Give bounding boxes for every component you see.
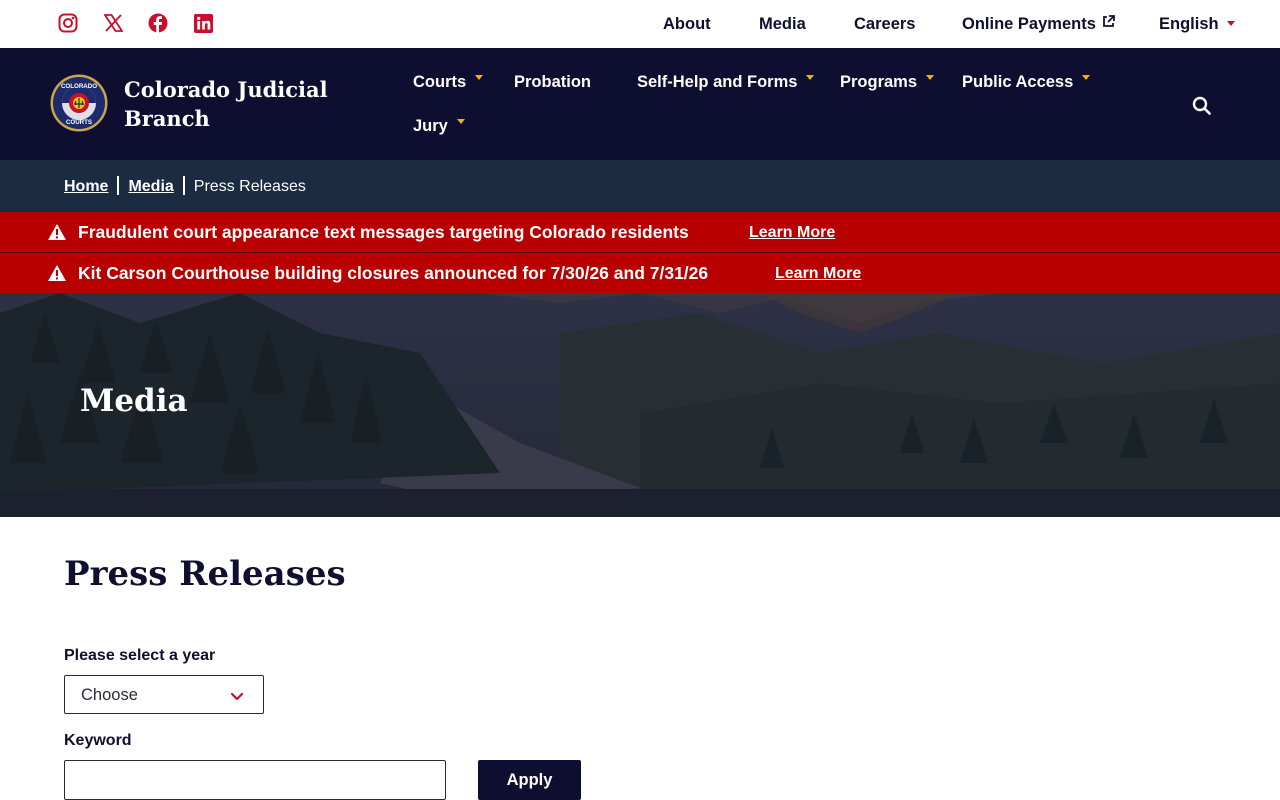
seal-text-bottom: COURTS bbox=[66, 119, 92, 126]
caret-down-icon bbox=[475, 75, 484, 81]
alert-message: Kit Carson Courthouse building closures … bbox=[78, 263, 709, 283]
online-payments-link[interactable]: Online Payments bbox=[962, 14, 1115, 34]
nav-self-help-label: Self-Help and Forms bbox=[637, 73, 798, 91]
site-title-line2: Branch bbox=[124, 106, 210, 131]
year-select-value: Choose bbox=[81, 686, 138, 704]
caret-down-icon bbox=[456, 119, 465, 125]
warning-icon bbox=[47, 223, 67, 241]
breadcrumb-separator bbox=[182, 175, 185, 195]
online-payments-label: Online Payments bbox=[962, 15, 1096, 33]
alert-banner: Kit Carson Courthouse building closures … bbox=[0, 253, 1280, 293]
caret-down-icon bbox=[806, 75, 815, 81]
nav-public-access-label: Public Access bbox=[962, 73, 1074, 91]
nav-programs-label: Programs bbox=[840, 73, 918, 91]
caret-down-icon bbox=[1226, 20, 1235, 26]
nav-self-help-forms[interactable]: Self-Help and Forms bbox=[637, 72, 815, 92]
breadcrumb-separator bbox=[117, 175, 120, 195]
caret-down-icon bbox=[1082, 75, 1091, 81]
warning-icon bbox=[47, 264, 67, 282]
x-twitter-icon[interactable] bbox=[102, 12, 124, 34]
chevron-down-icon bbox=[230, 689, 244, 701]
breadcrumb-trail: Home Media Press Releases bbox=[64, 175, 306, 197]
colorado-courts-seal-logo[interactable]: COLORADO COURTS bbox=[50, 74, 108, 132]
caret-down-icon bbox=[926, 75, 935, 81]
keyword-input[interactable] bbox=[64, 760, 446, 800]
alert-message: Fraudulent court appearance text message… bbox=[78, 222, 689, 242]
language-label: English bbox=[1159, 15, 1219, 33]
breadcrumb-media[interactable]: Media bbox=[128, 178, 173, 195]
nav-courts[interactable]: Courts bbox=[413, 72, 484, 92]
breadcrumb-home[interactable]: Home bbox=[64, 178, 108, 195]
careers-link[interactable]: Careers bbox=[854, 14, 915, 34]
utility-bar: About Media Careers Online Payments Engl… bbox=[0, 0, 1280, 48]
nav-jury[interactable]: Jury bbox=[413, 116, 465, 136]
year-select[interactable]: Choose bbox=[64, 675, 264, 714]
instagram-icon[interactable] bbox=[57, 12, 79, 34]
about-link[interactable]: About bbox=[663, 14, 711, 34]
mountain-landscape-image bbox=[0, 293, 1280, 517]
facebook-icon[interactable] bbox=[147, 12, 169, 34]
alert-learn-more-link[interactable]: Learn More bbox=[775, 264, 861, 284]
language-selector[interactable]: English bbox=[1159, 14, 1235, 34]
page-title: Press Releases bbox=[64, 554, 346, 594]
keyword-label: Keyword bbox=[64, 732, 132, 749]
seal-text-top: COLORADO bbox=[61, 83, 97, 90]
breadcrumb: Home Media Press Releases bbox=[0, 160, 1280, 212]
nav-probation-label: Probation bbox=[514, 73, 591, 91]
linkedin-icon[interactable] bbox=[192, 12, 214, 34]
alert-learn-more-link[interactable]: Learn More bbox=[749, 223, 835, 243]
hero-title: Media bbox=[80, 383, 188, 419]
site-title-link[interactable]: Colorado Judicial Branch bbox=[124, 75, 344, 133]
external-link-icon bbox=[1102, 13, 1115, 33]
breadcrumb-current: Press Releases bbox=[193, 178, 306, 195]
media-link[interactable]: Media bbox=[759, 14, 806, 34]
main-header: COLORADO COURTS Colorado Judicial Branch … bbox=[0, 48, 1280, 160]
nav-public-access[interactable]: Public Access bbox=[962, 72, 1091, 92]
year-select-label: Please select a year bbox=[64, 647, 216, 664]
nav-probation[interactable]: Probation bbox=[514, 72, 591, 92]
nav-courts-label: Courts bbox=[413, 73, 467, 91]
alert-banner: Fraudulent court appearance text message… bbox=[0, 212, 1280, 252]
hero-banner: Media bbox=[0, 293, 1280, 517]
apply-button[interactable]: Apply bbox=[478, 760, 581, 800]
search-icon[interactable] bbox=[1190, 94, 1214, 118]
nav-programs[interactable]: Programs bbox=[840, 72, 935, 92]
site-title-line1: Colorado Judicial bbox=[124, 77, 328, 102]
nav-jury-label: Jury bbox=[413, 117, 448, 135]
